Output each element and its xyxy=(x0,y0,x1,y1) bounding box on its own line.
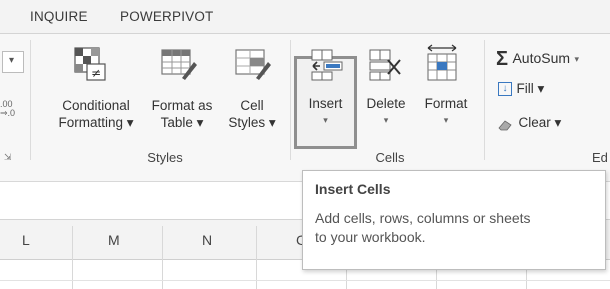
insert-button-label: Insert ▾ xyxy=(297,95,354,129)
column-header-m[interactable]: M xyxy=(108,232,120,248)
chevron-down-icon: ▾ xyxy=(443,115,449,125)
conditional-formatting-icon: ≠ xyxy=(73,46,109,82)
number-format-dropdown[interactable]: ▾ xyxy=(2,51,24,73)
group-separator xyxy=(484,40,485,160)
group-separator xyxy=(290,40,291,160)
format-cells-icon xyxy=(424,44,460,82)
fill-button[interactable]: ↓ Fill ▾ xyxy=(498,80,544,98)
tooltip-title: Insert Cells xyxy=(315,181,391,197)
tooltip-description: Add cells, rows, columns or sheets to yo… xyxy=(315,210,531,245)
clear-button[interactable]: Clear ▾ xyxy=(498,114,561,132)
column-header-n[interactable]: N xyxy=(202,232,212,248)
cell-styles-button[interactable]: Cell Styles ▾ xyxy=(224,97,280,131)
tab-inquire[interactable]: INQUIRE xyxy=(30,9,88,24)
chevron-down-icon: ▾ xyxy=(323,115,328,125)
fill-down-icon: ↓ xyxy=(498,81,512,96)
ribbon: ▾ .00 ⇒.0 ⇲ ≠ Conditional Formatting ▾ F… xyxy=(0,34,610,182)
svg-text:≠: ≠ xyxy=(91,66,101,80)
group-separator xyxy=(30,40,31,160)
ribbon-tab-strip: INQUIRE POWERPIVOT xyxy=(0,0,610,34)
insert-cells-tooltip: Insert Cells Add cells, rows, columns or… xyxy=(302,170,606,270)
conditional-formatting-button[interactable]: Conditional Formatting ▾ xyxy=(50,97,142,131)
tab-powerpivot[interactable]: POWERPIVOT xyxy=(120,9,214,24)
cells-group-label: Cells xyxy=(375,150,405,165)
chevron-down-icon: ▾ xyxy=(574,54,580,64)
format-as-table-button[interactable]: Format as Table ▾ xyxy=(146,97,218,131)
delete-cells-icon xyxy=(366,48,402,82)
sigma-icon: Σ xyxy=(496,48,509,70)
format-as-table-icon xyxy=(160,46,198,82)
cell-styles-icon xyxy=(234,46,272,82)
chevron-down-icon: ▾ xyxy=(383,115,389,125)
number-group-launcher-icon[interactable]: ⇲ xyxy=(4,152,12,163)
column-header-l[interactable]: L xyxy=(22,232,30,248)
insert-cells-icon xyxy=(308,48,344,82)
decrease-decimal-icon[interactable]: .00 ⇒.0 xyxy=(0,100,15,118)
editing-group-label: Ed xyxy=(592,150,608,165)
styles-group-label: Styles xyxy=(147,150,183,165)
row-gridline xyxy=(0,280,610,281)
autosum-button[interactable]: Σ AutoSum ▾ xyxy=(496,48,579,71)
eraser-icon xyxy=(498,118,514,131)
chevron-down-icon: ▾ xyxy=(9,55,15,66)
delete-button[interactable]: Delete ▾ xyxy=(360,95,412,129)
format-button[interactable]: Format ▾ xyxy=(418,95,474,129)
